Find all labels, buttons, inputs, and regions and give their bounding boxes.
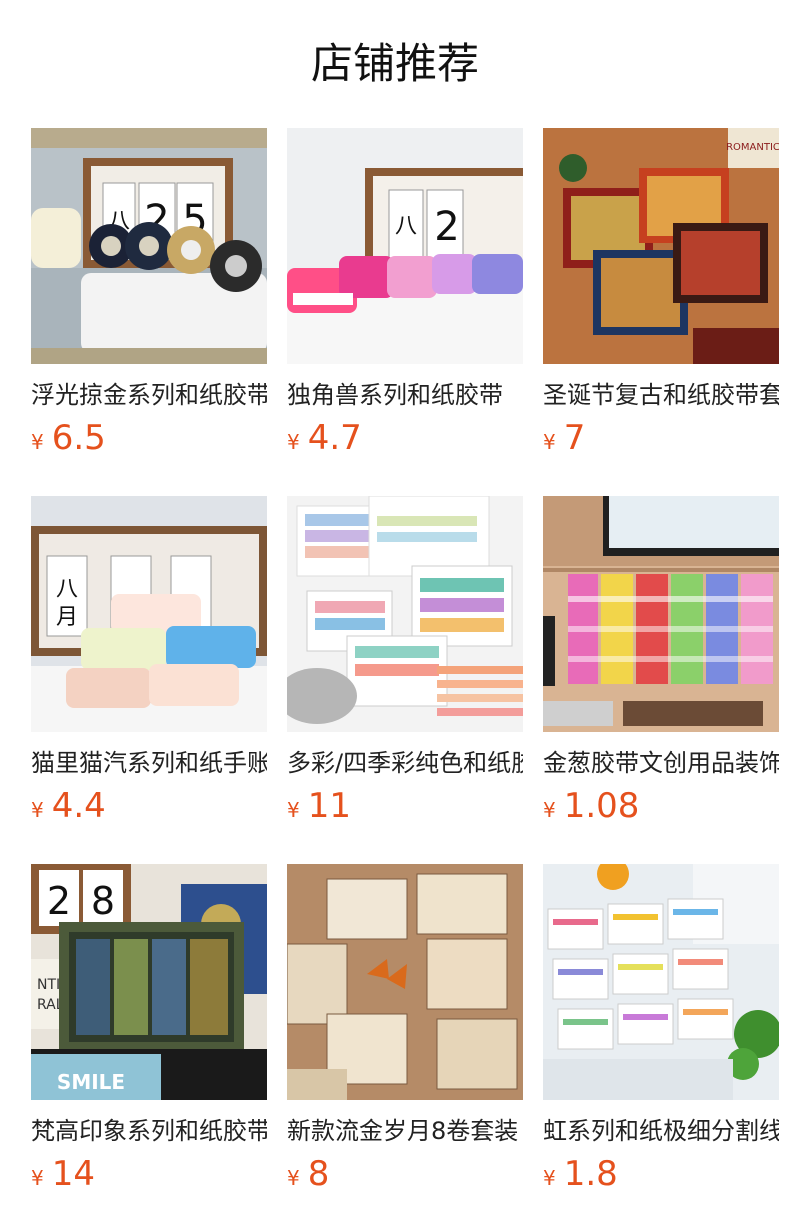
product-price: ¥6.5 [31,416,106,466]
product-price: ¥4.7 [287,416,362,466]
product-price: ¥4.4 [31,784,106,834]
currency-symbol: ¥ [543,1166,556,1190]
currency-symbol: ¥ [31,1166,44,1190]
svg-text:SMILE: SMILE [57,1070,125,1094]
product-name[interactable]: 多彩/四季彩纯色和纸胶带 [287,746,523,780]
svg-text:2: 2 [47,879,71,923]
product-card[interactable]: 八 2 5 浮光掠金系列和纸胶带 ¥6.5 [31,128,267,468]
page-title: 店铺推荐 [310,39,479,88]
product-price: ¥11 [287,784,351,834]
product-price: ¥7 [543,416,585,466]
product-price: ¥1.8 [543,1152,618,1202]
product-card[interactable]: 金葱胶带文创用品装饰 ¥1.08 [543,496,779,836]
product-price: ¥14 [31,1152,95,1202]
product-card[interactable]: ROMANTIC 圣诞节复古和纸胶带套装 ¥7 [543,128,779,468]
currency-symbol: ¥ [287,1166,300,1190]
product-card[interactable]: 八 月 猫里猫汽系列和纸手账胶带 ¥4.4 [31,496,267,836]
price-value: 1.8 [563,1154,618,1194]
currency-symbol: ¥ [31,430,44,454]
price-value: 7 [563,418,586,458]
product-name[interactable]: 梵高印象系列和纸胶带 [31,1114,267,1148]
product-name[interactable]: 圣诞节复古和纸胶带套装 [543,378,779,412]
product-card[interactable]: 八 2 独角兽系列和纸胶带 ¥4.7 [287,128,523,468]
currency-symbol: ¥ [287,430,300,454]
product-image-washi-tape-calendar-gold[interactable]: 八 2 5 [31,128,267,364]
currency-symbol: ¥ [31,798,44,822]
price-value: 11 [307,786,351,826]
product-name[interactable]: 独角兽系列和纸胶带 [287,378,523,412]
product-price: ¥8 [287,1152,329,1202]
svg-text:ROMANTIC: ROMANTIC [726,142,779,153]
price-value: 8 [307,1154,330,1194]
product-name[interactable]: 新款流金岁月8卷套装 [287,1114,523,1148]
svg-text:2: 2 [434,204,459,250]
product-image-washi-tape-thin-rainbow[interactable] [543,864,779,1100]
svg-text:8: 8 [91,879,115,923]
price-value: 1.08 [563,786,640,826]
product-name[interactable]: 金葱胶带文创用品装饰 [543,746,779,780]
product-name[interactable]: 猫里猫汽系列和纸手账胶带 [31,746,267,780]
svg-text:八: 八 [56,577,78,602]
product-image-washi-tape-christmas-boxes[interactable]: ROMANTIC [543,128,779,364]
product-price: ¥1.08 [543,784,639,834]
price-value: 14 [51,1154,95,1194]
product-name[interactable]: 浮光掠金系列和纸胶带 [31,378,267,412]
currency-symbol: ¥ [543,430,556,454]
svg-text:月: 月 [56,605,78,630]
product-image-washi-tape-vintage[interactable] [287,864,523,1100]
product-card[interactable]: 多彩/四季彩纯色和纸胶带 ¥11 [287,496,523,836]
product-image-washi-tape-van-gogh[interactable]: 2 8 NTIC RAL SMILE [31,864,267,1100]
product-image-washi-tape-unicorn[interactable]: 八 2 [287,128,523,364]
product-image-washi-tape-glitter[interactable] [543,496,779,732]
svg-text:八: 八 [395,214,417,239]
product-name[interactable]: 虹系列和纸极细分割线胶带 [543,1114,779,1148]
product-card[interactable]: 虹系列和纸极细分割线胶带 ¥1.8 [543,864,779,1204]
price-value: 6.5 [51,418,106,458]
currency-symbol: ¥ [287,798,300,822]
product-card[interactable]: 2 8 NTIC RAL SMILE 梵高印象系列和纸胶带 ¥14 [31,864,267,1204]
product-image-washi-tape-cats[interactable]: 八 月 [31,496,267,732]
product-card[interactable]: 新款流金岁月8卷套装 ¥8 [287,864,523,1204]
currency-symbol: ¥ [543,798,556,822]
price-value: 4.4 [51,786,106,826]
product-image-washi-tape-rainbow-boxes[interactable] [287,496,523,732]
price-value: 4.7 [307,418,362,458]
